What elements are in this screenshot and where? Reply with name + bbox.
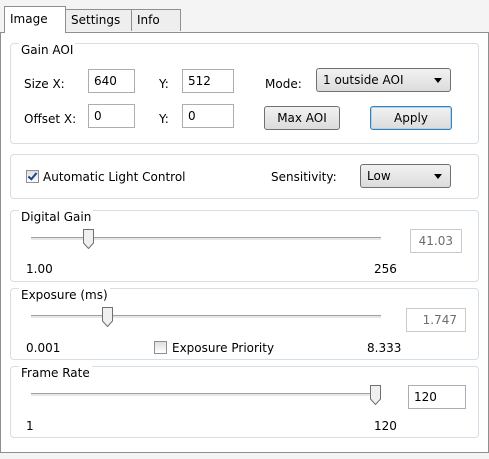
- frame-rate-value-field[interactable]: 120: [408, 385, 466, 409]
- sensitivity-label: Sensitivity:: [271, 170, 337, 184]
- offset-x-label: Offset X:: [24, 112, 77, 126]
- tab-info-label: Info: [137, 13, 160, 27]
- sensitivity-select[interactable]: Low: [360, 164, 451, 188]
- size-y-label: Y:: [159, 77, 169, 91]
- size-x-label: Size X:: [24, 77, 65, 91]
- max-aoi-button[interactable]: Max AOI: [264, 106, 340, 130]
- tab-settings-label: Settings: [71, 13, 121, 27]
- digital-gain-slider-thumb[interactable]: [82, 229, 94, 249]
- digital-gain-min-label: 1.00: [26, 262, 53, 276]
- frame-rate-max-label: 120: [374, 419, 397, 433]
- tab-bar: Image Settings Info: [0, 0, 489, 33]
- tab-info[interactable]: Info: [131, 9, 181, 31]
- offset-y-field[interactable]: 0: [182, 104, 234, 128]
- mode-select-value: 1 outside AOI: [323, 73, 404, 87]
- frame-rate-min-label: 1: [26, 419, 34, 433]
- offset-x-value: 0: [94, 109, 102, 123]
- exposure-value-field[interactable]: 1.747: [406, 308, 466, 332]
- frame-rate-title: Frame Rate: [19, 366, 92, 380]
- offset-x-field[interactable]: 0: [88, 104, 135, 128]
- digital-gain-title: Digital Gain: [19, 210, 94, 224]
- frame-rate-slider-track[interactable]: [31, 393, 381, 397]
- mode-select[interactable]: 1 outside AOI: [316, 68, 451, 92]
- exposure-max-label: 8.333: [367, 341, 402, 355]
- tab-settings[interactable]: Settings: [65, 9, 132, 31]
- chevron-down-icon: [434, 78, 442, 83]
- sensitivity-select-value: Low: [367, 169, 391, 183]
- digital-gain-value: 41.03: [418, 234, 453, 248]
- frame-rate-value: 120: [414, 390, 437, 404]
- digital-gain-value-field[interactable]: 41.03: [410, 229, 462, 253]
- exposure-title: Exposure (ms): [19, 288, 110, 302]
- size-x-field[interactable]: 640: [88, 69, 135, 93]
- digital-gain-group: Digital Gain: [10, 210, 479, 282]
- chevron-down-icon: [434, 174, 442, 179]
- offset-y-label: Y:: [159, 112, 169, 126]
- tab-image[interactable]: Image: [4, 6, 66, 33]
- exposure-slider-track[interactable]: [31, 315, 381, 319]
- mode-label: Mode:: [265, 77, 302, 91]
- size-x-value: 640: [94, 74, 117, 88]
- gain-aoi-title: Gain AOI: [19, 43, 76, 57]
- digital-gain-max-label: 256: [374, 262, 397, 276]
- exposure-priority-label: Exposure Priority: [172, 341, 275, 355]
- exposure-value: 1.747: [422, 313, 457, 327]
- exposure-slider-thumb[interactable]: [101, 307, 113, 327]
- exposure-priority-checkbox[interactable]: [154, 341, 167, 354]
- automatic-light-control-checkbox[interactable]: [26, 170, 39, 183]
- size-y-field[interactable]: 512: [182, 69, 234, 93]
- size-y-value: 512: [188, 74, 211, 88]
- offset-y-value: 0: [188, 109, 196, 123]
- tab-image-label: Image: [10, 12, 48, 26]
- exposure-min-label: 0.001: [26, 341, 61, 355]
- automatic-light-control-label: Automatic Light Control: [43, 170, 186, 184]
- apply-button[interactable]: Apply: [370, 106, 452, 130]
- frame-rate-slider-thumb[interactable]: [370, 385, 381, 405]
